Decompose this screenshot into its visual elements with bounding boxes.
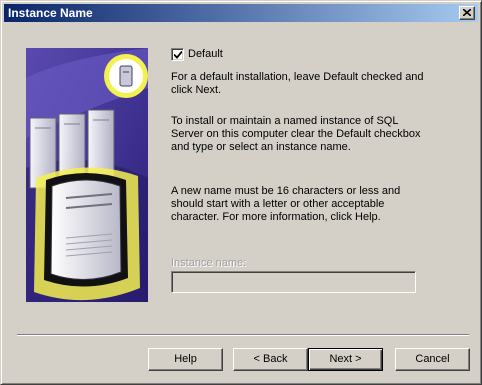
back-button[interactable]: < Back: [233, 348, 308, 371]
close-button[interactable]: [459, 6, 475, 20]
default-install-text: For a default installation, leave Defaul…: [171, 71, 424, 96]
instance-name-input[interactable]: [171, 271, 416, 293]
button-divider: [17, 334, 469, 336]
instance-name-label: Instance name:: [171, 257, 247, 269]
close-icon: [463, 9, 471, 16]
server-computers-illustration: [26, 48, 148, 302]
named-instance-text: To install or maintain a named instance …: [171, 115, 421, 153]
cancel-button[interactable]: Cancel: [395, 348, 470, 371]
help-button[interactable]: Help: [148, 348, 223, 371]
default-checkbox[interactable]: [171, 48, 184, 61]
next-button[interactable]: Next >: [308, 348, 383, 371]
server-tower-front: [44, 173, 128, 287]
name-rules-text: A new name must be 16 characters or less…: [171, 185, 401, 223]
default-checkbox-label[interactable]: Default: [188, 48, 223, 60]
window-title: Instance Name: [8, 6, 93, 20]
title-bar[interactable]: Instance Name: [4, 4, 478, 22]
instance-name-dialog: Instance Name Default For a default inst…: [0, 0, 482, 385]
checkmark-icon: [174, 51, 182, 59]
